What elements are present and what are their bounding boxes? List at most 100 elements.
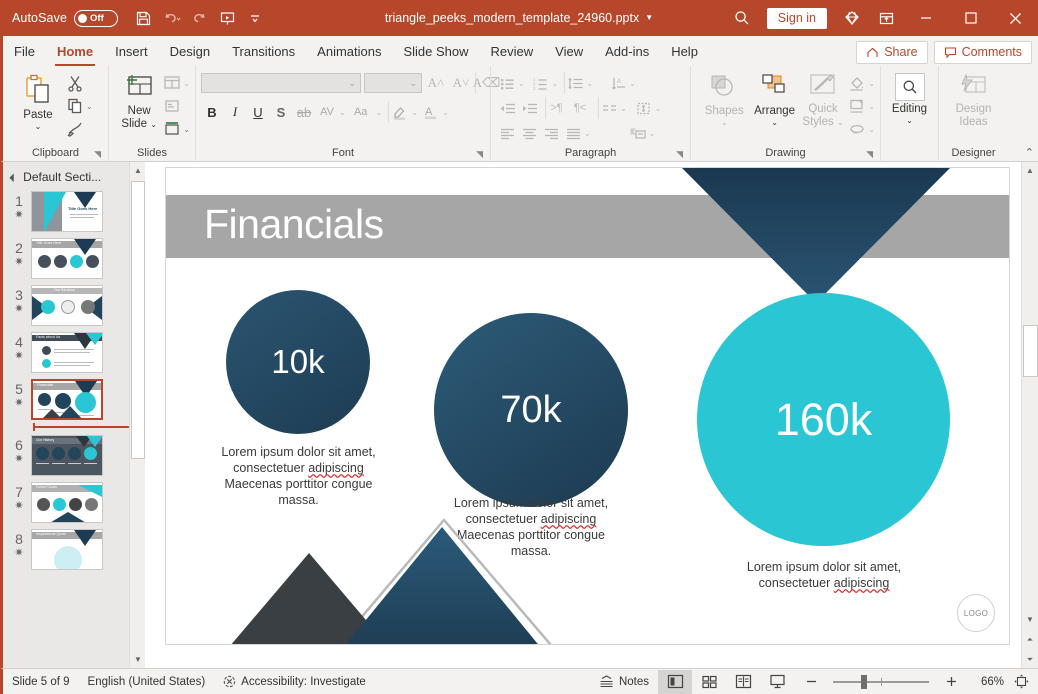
text-direction-chevron-icon[interactable]: ⌄ [629,79,636,88]
customize-qat-chevron-icon[interactable] [242,5,268,31]
thumbnail-item-1[interactable]: 1 ✷ Title Goes Here [3,188,145,235]
reading-view-button[interactable] [726,670,760,694]
tab-insert[interactable]: Insert [104,38,159,66]
zoom-percent-label[interactable]: 66% [968,676,1004,688]
thumbnail-scrollbar[interactable]: ▲ ▼ [129,162,145,668]
tab-home[interactable]: Home [46,38,104,66]
thumbnail-item-2[interactable]: 2 ✷ Title Goes Here [3,235,145,282]
align-text-chevron-icon[interactable]: ⌄ [655,104,662,113]
font-dialog-launcher-icon[interactable]: ◥ [476,147,483,161]
previous-slide-icon[interactable]: ⏶ [1022,631,1038,648]
save-icon[interactable] [130,5,156,31]
zoom-slider-knob[interactable] [861,674,867,689]
thumbnail-scroll-down-icon[interactable]: ▼ [130,651,145,668]
slide-canvas[interactable]: Financials 10k 70k 160k Lorem ipsum dolo… [145,162,1038,668]
document-title-text[interactable]: triangle_peeks_modern_template_24960.ppt… [385,11,639,25]
text-highlight-color-icon[interactable] [388,101,410,123]
thumbnail-item-8[interactable]: 8 ✷ Inspirational Quote [3,526,145,573]
normal-view-button[interactable] [658,669,692,694]
slide-thumbnail[interactable]: Our Services [31,285,103,326]
paste-chevron-icon[interactable]: ⌄ [35,123,42,131]
next-slide-icon[interactable]: ⏷ [1022,651,1038,668]
columns-icon[interactable] [598,97,620,119]
strikethrough-icon[interactable]: ab [293,101,315,123]
line-spacing-icon[interactable] [564,72,586,94]
slide-thumbnail[interactable]: Our History [31,435,103,476]
thumbnail-scroll-thumb[interactable] [131,181,145,459]
line-spacing-chevron-icon[interactable]: ⌄ [586,79,593,88]
minimize-button[interactable] [903,0,948,36]
section-collapse-icon[interactable]: ◣ [9,172,20,183]
editing-button[interactable]: Editing ⌄ [886,70,933,125]
stat-circle-1[interactable]: 10k [226,290,370,434]
comments-button[interactable]: Comments [933,41,1032,64]
numbering-icon[interactable]: 123 [530,72,552,94]
character-spacing-icon[interactable]: AV [316,101,338,123]
share-button[interactable]: Share [856,41,928,64]
bullets-chevron-icon[interactable]: ⌄ [518,79,525,88]
bullets-icon[interactable] [496,72,518,94]
text-shadow-icon[interactable]: S [270,101,292,123]
canvas-scroll-thumb[interactable] [1023,325,1038,377]
change-case-icon[interactable]: Aa [347,101,375,123]
justify-icon[interactable] [562,122,584,144]
slide-surface[interactable]: Financials 10k 70k 160k Lorem ipsum dolo… [165,167,1010,645]
align-right-icon[interactable] [540,122,562,144]
slide-thumbnail[interactable]: Future Goals [31,482,103,523]
shape-fill-chevron-icon[interactable]: ⌄ [868,79,875,88]
stat-circle-3[interactable]: 160k [697,293,950,546]
zoom-slider[interactable] [833,674,929,689]
section-chevron-icon[interactable]: ⌄ [183,125,190,134]
smartart-chevron-icon[interactable]: ⌄ [649,129,656,138]
canvas-scroll-up-icon[interactable]: ▲ [1022,162,1038,179]
decrease-font-size-icon[interactable]: A˅ [450,72,472,94]
section-header[interactable]: ◣ Default Secti... [3,162,145,188]
shapes-chevron-icon[interactable]: ⌄ [721,119,728,127]
zoom-out-button[interactable] [794,670,828,694]
thumbnail-item-3[interactable]: 3 ✷ Our Services [3,282,145,329]
tab-review[interactable]: Review [480,38,545,66]
slide-thumbnail[interactable]: Title Goes Here [31,238,103,279]
thumbnail-scroll-up-icon[interactable]: ▲ [130,162,145,179]
quick-styles-button[interactable]: Quick Styles ⌄ [800,70,847,129]
font-color-chevron-icon[interactable]: ⌄ [442,108,449,117]
drawing-dialog-launcher-icon[interactable]: ◥ [866,147,873,161]
underline-icon[interactable]: U [247,101,269,123]
slide-thumbnail-selected[interactable]: Financials [31,379,103,420]
copy-icon[interactable] [64,95,86,117]
language-indicator[interactable]: English (United States) [79,670,215,694]
tab-help[interactable]: Help [660,38,709,66]
accessibility-indicator[interactable]: Accessibility: Investigate [214,670,375,694]
thumbnail-item-7[interactable]: 7 ✷ Future Goals [3,479,145,526]
slide-thumbnail[interactable]: Inspirational Quote [31,529,103,570]
logo-placeholder[interactable]: LOGO [957,594,995,632]
tab-file[interactable]: File [3,38,46,66]
redo-icon[interactable] [186,5,212,31]
align-center-icon[interactable] [518,122,540,144]
numbering-chevron-icon[interactable]: ⌄ [552,79,559,88]
change-case-chevron-icon[interactable]: ⌄ [376,108,383,117]
diamond-icon[interactable] [835,3,869,33]
start-presentation-icon[interactable] [214,5,240,31]
stat-circle-2[interactable]: 70k [434,313,628,507]
paste-button[interactable]: Paste ⌄ [12,70,64,131]
section-icon[interactable] [161,118,183,140]
autosave-toggle[interactable]: Off [74,9,119,27]
convert-to-smartart-icon[interactable] [627,122,649,144]
thumbnail-item-6[interactable]: 6 ✷ Our History [3,432,145,479]
new-slide-chevron-icon[interactable]: ⌄ [150,120,157,129]
undo-icon[interactable] [158,5,184,31]
thumbnail-item-5[interactable]: 5 ✷ Financials [3,376,145,423]
slide-thumbnail[interactable]: Title Goes Here [31,191,103,232]
rtl-text-direction-icon[interactable]: ¶< [567,97,593,119]
slide-show-button[interactable] [760,670,794,694]
decrease-indent-icon[interactable] [496,97,518,119]
sign-in-button[interactable]: Sign in [766,7,827,29]
slide-layout-icon[interactable] [161,72,183,94]
tab-view[interactable]: View [544,38,594,66]
design-ideas-button[interactable]: Design Ideas [948,70,1000,129]
stat-caption-1[interactable]: Lorem ipsum dolor sit amet, consectetuer… [215,444,382,508]
align-left-icon[interactable] [496,122,518,144]
new-slide-button[interactable]: New Slide ⌄ [117,70,161,131]
bold-icon[interactable]: B [201,101,223,123]
